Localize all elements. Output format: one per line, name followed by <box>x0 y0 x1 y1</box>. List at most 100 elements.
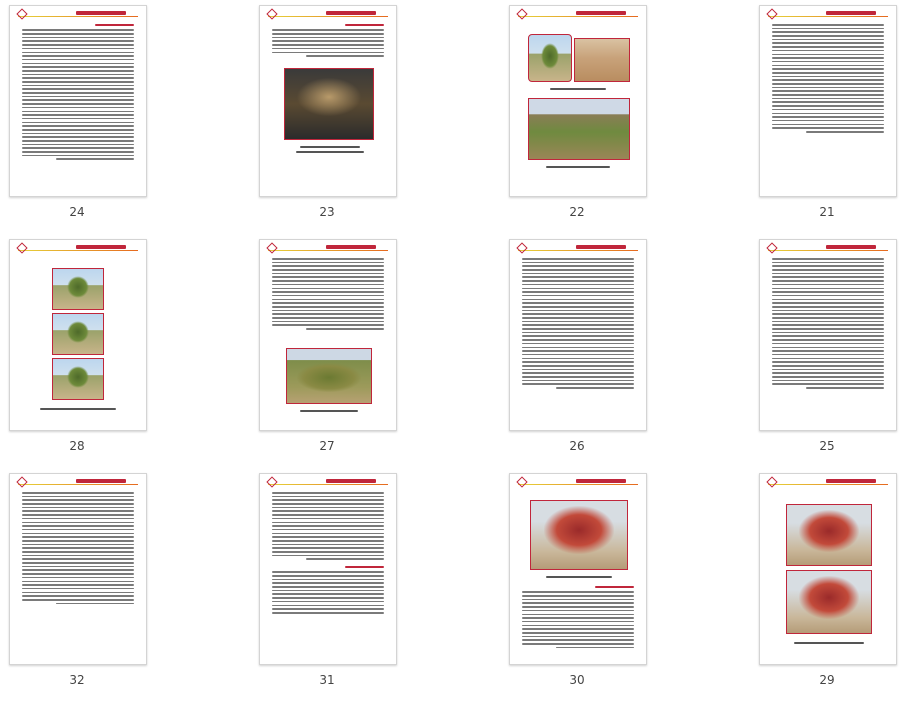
page-header-title <box>326 479 376 483</box>
page-text-block <box>522 586 634 650</box>
page-preview <box>759 473 897 665</box>
page-preview <box>259 473 397 665</box>
page-header-line <box>18 484 138 485</box>
page-number-label: 23 <box>319 205 335 219</box>
photo-caption <box>550 88 606 90</box>
page-thumbnail[interactable]: 31 <box>257 473 397 701</box>
page-number-label: 26 <box>569 439 585 453</box>
page-photo <box>52 358 104 400</box>
page-thumbnail[interactable]: 27 <box>257 239 397 467</box>
page-number-label: 32 <box>69 673 85 687</box>
page-preview <box>9 473 147 665</box>
page-header-line <box>768 250 888 251</box>
diamond-emblem-icon <box>516 476 528 488</box>
page-header-line <box>768 16 888 17</box>
page-header-line <box>518 16 638 17</box>
page-number-label: 30 <box>569 673 585 687</box>
page-text-block <box>772 258 884 391</box>
page-thumbnail[interactable]: 21 <box>757 5 897 233</box>
photo-caption <box>546 166 610 168</box>
page-preview <box>9 5 147 197</box>
page-header-title <box>826 245 876 249</box>
page-photo <box>286 348 372 404</box>
page-preview <box>9 239 147 431</box>
page-header-line <box>768 484 888 485</box>
page-photo <box>528 98 630 160</box>
page-header-title <box>576 245 626 249</box>
diamond-emblem-icon <box>266 242 278 254</box>
page-thumbnail[interactable]: 26 <box>507 239 647 467</box>
page-number-label: 27 <box>319 439 335 453</box>
page-text-block <box>22 492 134 606</box>
photo-caption <box>40 408 116 410</box>
page-header-line <box>268 250 388 251</box>
page-photo <box>284 68 374 140</box>
page-thumbnail[interactable]: 23 <box>257 5 397 233</box>
page-text-block <box>272 492 384 616</box>
photo-caption <box>300 146 360 148</box>
page-header-line <box>268 484 388 485</box>
page-photo <box>528 34 572 82</box>
photo-caption <box>546 576 612 578</box>
page-text-block <box>522 258 634 391</box>
page-thumbnail[interactable]: 30 <box>507 473 647 701</box>
page-header-title <box>576 11 626 15</box>
diamond-emblem-icon <box>266 8 278 20</box>
page-number-label: 28 <box>69 439 85 453</box>
page-preview <box>759 239 897 431</box>
page-text-block <box>272 258 384 332</box>
page-header-title <box>826 479 876 483</box>
page-text-block <box>22 24 134 162</box>
page-header-line <box>518 484 638 485</box>
diamond-emblem-icon <box>16 476 28 488</box>
page-thumbnail[interactable]: 29 <box>757 473 897 701</box>
page-preview <box>759 5 897 197</box>
page-thumbnail[interactable]: 25 <box>757 239 897 467</box>
page-thumbnail[interactable]: 28 <box>7 239 147 467</box>
diamond-emblem-icon <box>266 476 278 488</box>
page-preview <box>259 5 397 197</box>
page-text-block <box>272 24 384 59</box>
photo-caption <box>794 642 864 644</box>
page-preview <box>259 239 397 431</box>
page-header-title <box>76 245 126 249</box>
page-header-title <box>326 11 376 15</box>
page-header-line <box>268 16 388 17</box>
page-photo <box>786 570 872 634</box>
photo-caption <box>296 151 364 153</box>
page-header-line <box>18 16 138 17</box>
diamond-emblem-icon <box>516 8 528 20</box>
page-preview <box>509 473 647 665</box>
page-thumbnail[interactable]: 22 <box>507 5 647 233</box>
page-header-title <box>826 11 876 15</box>
page-thumbnail[interactable]: 32 <box>7 473 147 701</box>
page-header-title <box>576 479 626 483</box>
page-number-label: 22 <box>569 205 585 219</box>
page-number-label: 24 <box>69 205 85 219</box>
page-preview <box>509 5 647 197</box>
page-number-label: 21 <box>819 205 835 219</box>
page-number-label: 25 <box>819 439 835 453</box>
page-header-title <box>76 479 126 483</box>
page-header-line <box>18 250 138 251</box>
diamond-emblem-icon <box>16 242 28 254</box>
page-photo <box>574 38 630 82</box>
diamond-emblem-icon <box>766 242 778 254</box>
photo-caption <box>300 410 358 412</box>
page-photo <box>52 313 104 355</box>
page-number-label: 29 <box>819 673 835 687</box>
page-photo <box>52 268 104 310</box>
page-number-label: 31 <box>319 673 335 687</box>
page-header-title <box>76 11 126 15</box>
page-thumbnail[interactable]: 24 <box>7 5 147 233</box>
diamond-emblem-icon <box>16 8 28 20</box>
page-header-title <box>326 245 376 249</box>
page-thumbnail-grid: 24 23 22 21 28 27 26 25 32 31 30 29 <box>0 0 900 687</box>
diamond-emblem-icon <box>766 476 778 488</box>
page-preview <box>509 239 647 431</box>
page-photo <box>786 504 872 566</box>
diamond-emblem-icon <box>516 242 528 254</box>
page-photo <box>530 500 628 570</box>
diamond-emblem-icon <box>766 8 778 20</box>
page-header-line <box>518 250 638 251</box>
